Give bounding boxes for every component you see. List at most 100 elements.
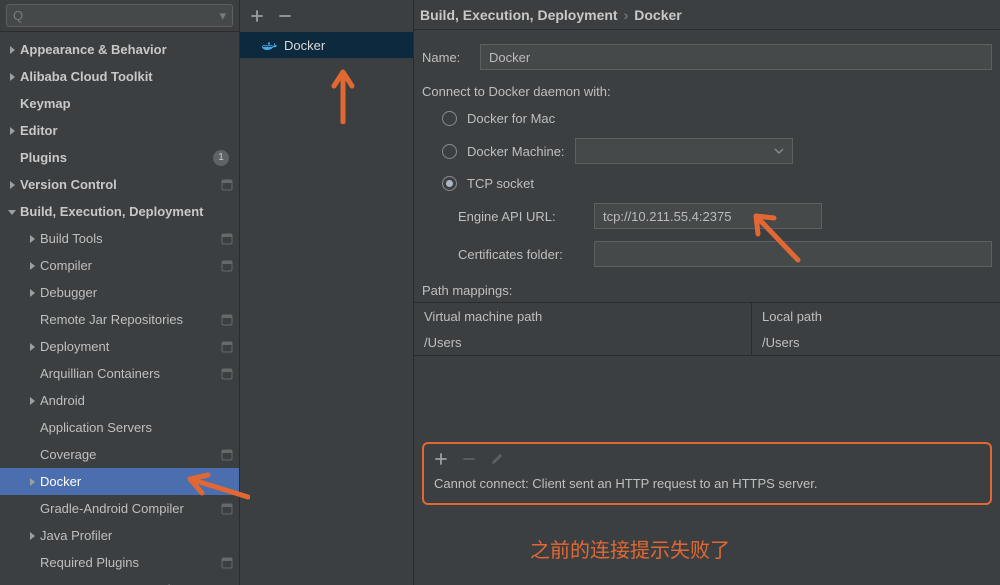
remove-config-button[interactable] xyxy=(278,9,292,23)
table-row[interactable]: /Users /Users xyxy=(414,329,1000,355)
sidebar-item-build-tools[interactable]: Build Tools xyxy=(0,225,239,252)
sidebar-item-alibaba-cloud-toolkit[interactable]: Alibaba Cloud Toolkit xyxy=(0,63,239,90)
sidebar-item-editor[interactable]: Editor xyxy=(0,117,239,144)
sidebar-item-label: Required Plugins xyxy=(40,555,217,570)
expand-arrow-icon xyxy=(26,341,38,353)
sidebar-item-label: Android xyxy=(40,393,233,408)
cell-vm-path[interactable]: /Users xyxy=(414,329,752,355)
sidebar-item-label: Compiler xyxy=(40,258,217,273)
expand-arrow-icon xyxy=(26,260,38,272)
expand-arrow-icon xyxy=(26,503,38,515)
table-header: Virtual machine path Local path xyxy=(414,303,1000,329)
search-input[interactable] xyxy=(27,9,215,23)
col-vm-path[interactable]: Virtual machine path xyxy=(414,303,752,329)
breadcrumb-parent[interactable]: Build, Execution, Deployment xyxy=(420,7,618,23)
sidebar-item-label: Build Tools xyxy=(40,231,217,246)
sidebar-item-keymap[interactable]: Keymap xyxy=(0,90,239,117)
col-local-path[interactable]: Local path xyxy=(752,303,1000,329)
radio-docker-machine[interactable]: Docker Machine: xyxy=(414,132,1000,170)
expand-arrow-icon xyxy=(26,476,38,488)
sidebar-item-languages-frameworks[interactable]: Languages & Frameworks xyxy=(0,576,239,585)
expand-arrow-icon xyxy=(6,179,18,191)
radio-docker-for-mac[interactable]: Docker for Mac xyxy=(414,105,1000,132)
add-mapping-button[interactable] xyxy=(434,452,448,466)
sidebar-item-deployment[interactable]: Deployment xyxy=(0,333,239,360)
sidebar-item-label: Coverage xyxy=(40,447,217,462)
configs-toolbar xyxy=(240,0,413,32)
sidebar-item-compiler[interactable]: Compiler xyxy=(0,252,239,279)
expand-arrow-icon xyxy=(6,98,18,110)
sidebar-item-label: Gradle-Android Compiler xyxy=(40,501,217,516)
engine-url-input[interactable] xyxy=(594,203,822,229)
breadcrumb-leaf: Docker xyxy=(634,7,681,23)
expand-arrow-icon xyxy=(26,368,38,380)
sidebar-item-plugins[interactable]: Plugins1 xyxy=(0,144,239,171)
cell-local-path[interactable]: /Users xyxy=(752,329,1000,355)
expand-arrow-icon xyxy=(26,449,38,461)
sidebar-item-label: Deployment xyxy=(40,339,217,354)
docker-machine-combo[interactable] xyxy=(575,138,793,164)
search-wrap: Q ▾ xyxy=(0,0,239,32)
configs-list: Docker xyxy=(240,32,413,585)
sidebar-item-arquillian-containers[interactable]: Arquillian Containers xyxy=(0,360,239,387)
chevron-down-icon: ▾ xyxy=(219,8,226,24)
sidebar-item-label: Version Control xyxy=(20,177,217,192)
spacer xyxy=(414,356,1000,442)
docker-configs-column: Docker xyxy=(240,0,414,585)
sidebar-item-label: Java Profiler xyxy=(40,528,233,543)
radio-label: Docker Machine: xyxy=(467,144,565,159)
connection-error-text: Cannot connect: Client sent an HTTP requ… xyxy=(434,476,980,491)
sidebar-item-docker[interactable]: Docker xyxy=(0,468,239,495)
breadcrumb-separator: › xyxy=(624,7,629,23)
engine-url-row: Engine API URL: xyxy=(414,197,1000,235)
sidebar-item-java-profiler[interactable]: Java Profiler xyxy=(0,522,239,549)
engine-url-label: Engine API URL: xyxy=(458,209,584,224)
expand-arrow-icon xyxy=(26,530,38,542)
add-config-button[interactable] xyxy=(250,9,264,23)
docker-icon xyxy=(262,39,278,51)
certificates-label: Certificates folder: xyxy=(458,247,584,262)
sidebar-item-debugger[interactable]: Debugger xyxy=(0,279,239,306)
expand-arrow-icon xyxy=(26,557,38,569)
sidebar-item-build-execution-deployment[interactable]: Build, Execution, Deployment xyxy=(0,198,239,225)
radio-tcp-socket[interactable]: TCP socket xyxy=(414,170,1000,197)
config-item-docker[interactable]: Docker xyxy=(240,32,413,58)
sidebar-item-label: Plugins xyxy=(20,150,213,165)
expand-arrow-icon xyxy=(6,71,18,83)
name-input[interactable] xyxy=(480,44,992,70)
expand-arrow-icon xyxy=(6,206,18,218)
sidebar-item-required-plugins[interactable]: Required Plugins xyxy=(0,549,239,576)
sidebar-item-appearance-behavior[interactable]: Appearance & Behavior xyxy=(0,36,239,63)
chevron-down-icon xyxy=(774,146,784,156)
project-scope-icon xyxy=(221,449,233,461)
remove-mapping-button[interactable] xyxy=(462,452,476,466)
connect-label: Connect to Docker daemon with: xyxy=(414,74,1000,105)
sidebar-item-label: Appearance & Behavior xyxy=(20,42,233,57)
sidebar-item-label: Arquillian Containers xyxy=(40,366,217,381)
certificates-row: Certificates folder: xyxy=(414,235,1000,273)
expand-arrow-icon xyxy=(26,287,38,299)
radio-icon xyxy=(442,176,457,191)
expand-arrow-icon xyxy=(6,125,18,137)
radio-label: Docker for Mac xyxy=(467,111,555,126)
radio-icon xyxy=(442,144,457,159)
search-icon: Q xyxy=(13,8,23,23)
sidebar-item-label: Keymap xyxy=(20,96,233,111)
sidebar-item-label: Editor xyxy=(20,123,233,138)
project-scope-icon xyxy=(221,503,233,515)
radio-icon xyxy=(442,111,457,126)
edit-mapping-button[interactable] xyxy=(490,452,504,466)
sidebar-item-application-servers[interactable]: Application Servers xyxy=(0,414,239,441)
sidebar-item-label: Debugger xyxy=(40,285,233,300)
sidebar-item-gradle-android-compiler[interactable]: Gradle-Android Compiler xyxy=(0,495,239,522)
sidebar-item-android[interactable]: Android xyxy=(0,387,239,414)
sidebar-item-coverage[interactable]: Coverage xyxy=(0,441,239,468)
sidebar-item-label: Alibaba Cloud Toolkit xyxy=(20,69,233,84)
sidebar-item-label: Docker xyxy=(40,474,233,489)
sidebar-item-version-control[interactable]: Version Control xyxy=(0,171,239,198)
settings-sidebar: Q ▾ Appearance & Behavior Alibaba Cloud T… xyxy=(0,0,240,585)
expand-arrow-icon xyxy=(6,152,18,164)
sidebar-item-remote-jar-repositories[interactable]: Remote Jar Repositories xyxy=(0,306,239,333)
search-box[interactable]: Q ▾ xyxy=(6,4,233,27)
certificates-input[interactable] xyxy=(594,241,992,267)
